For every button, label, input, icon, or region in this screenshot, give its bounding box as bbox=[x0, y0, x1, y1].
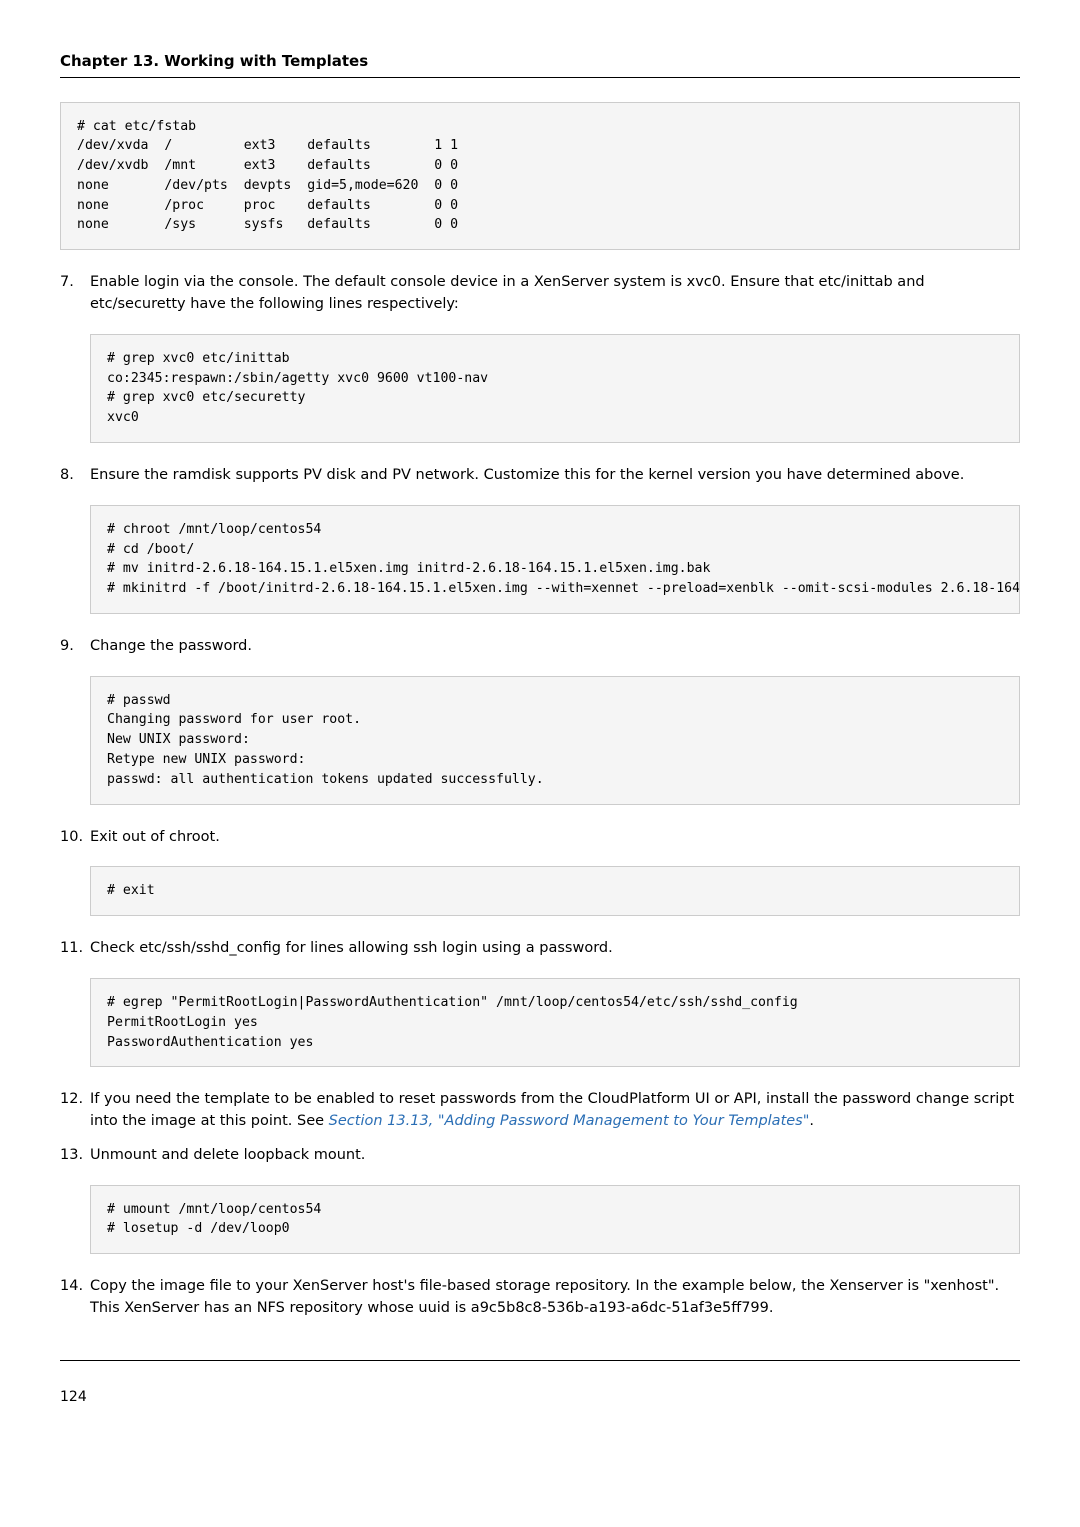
step-11: Check etc/ssh/sshd_config for lines allo… bbox=[60, 938, 1020, 1067]
step-10-code: # exit bbox=[90, 866, 1020, 916]
code-fstab: # cat etc/fstab /dev/xvda / ext3 default… bbox=[60, 102, 1020, 251]
step-10: Exit out of chroot. # exit bbox=[60, 827, 1020, 917]
step-14: Copy the image file to your XenServer ho… bbox=[60, 1276, 1020, 1320]
step-13-text: Unmount and delete loopback mount. bbox=[90, 1145, 1020, 1167]
step-7-code: # grep xvc0 etc/inittab co:2345:respawn:… bbox=[90, 334, 1020, 443]
step-12-link[interactable]: Section 13.13, "Adding Password Manageme… bbox=[329, 1113, 810, 1129]
step-11-text: Check etc/ssh/sshd_config for lines allo… bbox=[90, 938, 1020, 960]
step-9-code: # passwd Changing password for user root… bbox=[90, 676, 1020, 805]
step-12: If you need the template to be enabled t… bbox=[60, 1089, 1020, 1133]
step-9: Change the password. # passwd Changing p… bbox=[60, 636, 1020, 805]
step-8-code: # chroot /mnt/loop/centos54 # cd /boot/ … bbox=[90, 505, 1020, 614]
step-7-text: Enable login via the console. The defaul… bbox=[90, 272, 1020, 316]
step-8: Ensure the ramdisk supports PV disk and … bbox=[60, 465, 1020, 614]
step-13: Unmount and delete loopback mount. # umo… bbox=[60, 1145, 1020, 1254]
step-14-text: Copy the image file to your XenServer ho… bbox=[90, 1276, 1020, 1320]
page-number: 124 bbox=[60, 1387, 1020, 1408]
step-13-code: # umount /mnt/loop/centos54 # losetup -d… bbox=[90, 1185, 1020, 1255]
chapter-title: Chapter 13. Working with Templates bbox=[60, 50, 1020, 73]
step-10-text: Exit out of chroot. bbox=[90, 827, 1020, 849]
step-7: Enable login via the console. The defaul… bbox=[60, 272, 1020, 443]
steps-list: Enable login via the console. The defaul… bbox=[60, 272, 1020, 1319]
step-9-text: Change the password. bbox=[90, 636, 1020, 658]
step-8-text: Ensure the ramdisk supports PV disk and … bbox=[90, 465, 1020, 487]
step-12-text-after: . bbox=[809, 1113, 814, 1129]
step-12-text: If you need the template to be enabled t… bbox=[90, 1089, 1020, 1133]
header-divider bbox=[60, 77, 1020, 78]
footer-divider bbox=[60, 1360, 1020, 1361]
step-11-code: # egrep "PermitRootLogin|PasswordAuthent… bbox=[90, 978, 1020, 1067]
